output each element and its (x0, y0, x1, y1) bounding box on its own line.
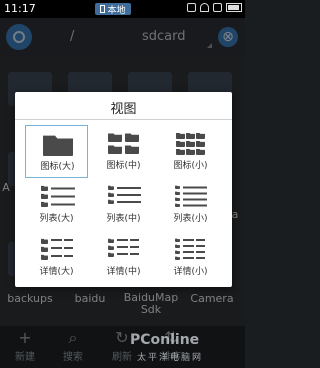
view-option-label: 图标(小) (173, 161, 208, 171)
view-option-label: 详情(中) (106, 267, 141, 277)
view-option-label: 详情(大) (39, 267, 74, 277)
list-small-icon (175, 185, 207, 207)
view-option[interactable]: 图标(大) (25, 125, 88, 178)
view-mode-dialog: 视图 图标(大) 图标(中) 图标(小) 列表(大) 列表(中) 列表(小) 详情(大) 详情… (15, 92, 232, 287)
dialog-divider (15, 119, 232, 120)
detail-small-icon (175, 238, 205, 260)
signal-icon (213, 3, 222, 12)
watermark-sub: 太平洋电脑网 (137, 353, 204, 363)
view-option[interactable]: 列表(小) (159, 178, 222, 231)
view-option[interactable]: 图标(中) (92, 125, 155, 178)
view-option[interactable]: 列表(中) (92, 178, 155, 231)
mode-chip-label: 本地 (107, 5, 126, 16)
status-time: 11:17 (4, 2, 36, 15)
view-option[interactable]: 图标(小) (159, 125, 222, 178)
view-option[interactable]: 列表(大) (25, 178, 88, 231)
battery-icon (226, 3, 242, 12)
phone-icon (100, 5, 106, 13)
detail-medium-icon (108, 238, 139, 257)
notification-icon (187, 3, 196, 12)
folder-medium-icon (108, 133, 139, 154)
view-option[interactable]: 详情(小) (159, 231, 222, 284)
status-icons (187, 3, 242, 12)
view-option-label: 列表(小) (173, 214, 208, 224)
view-option-label: 图标(大) (40, 162, 75, 172)
wifi-icon (200, 3, 209, 12)
view-option[interactable]: 详情(大) (25, 231, 88, 284)
list-medium-icon (108, 185, 141, 204)
list-large-icon (41, 185, 75, 207)
view-option-label: 图标(中) (106, 161, 141, 171)
view-option-label: 详情(小) (173, 267, 208, 277)
local-mode-chip: 本地 (95, 3, 131, 16)
view-option-label: 列表(大) (39, 214, 74, 224)
status-bar: 11:17 本地 (0, 0, 245, 18)
folder-small-icon (176, 133, 205, 155)
watermark: PConline (130, 332, 200, 348)
view-option-label: 列表(中) (106, 214, 141, 224)
dialog-title: 视图 (110, 102, 137, 117)
detail-large-icon (41, 238, 73, 260)
view-option[interactable]: 详情(中) (92, 231, 155, 284)
folder-large-icon (43, 135, 73, 156)
